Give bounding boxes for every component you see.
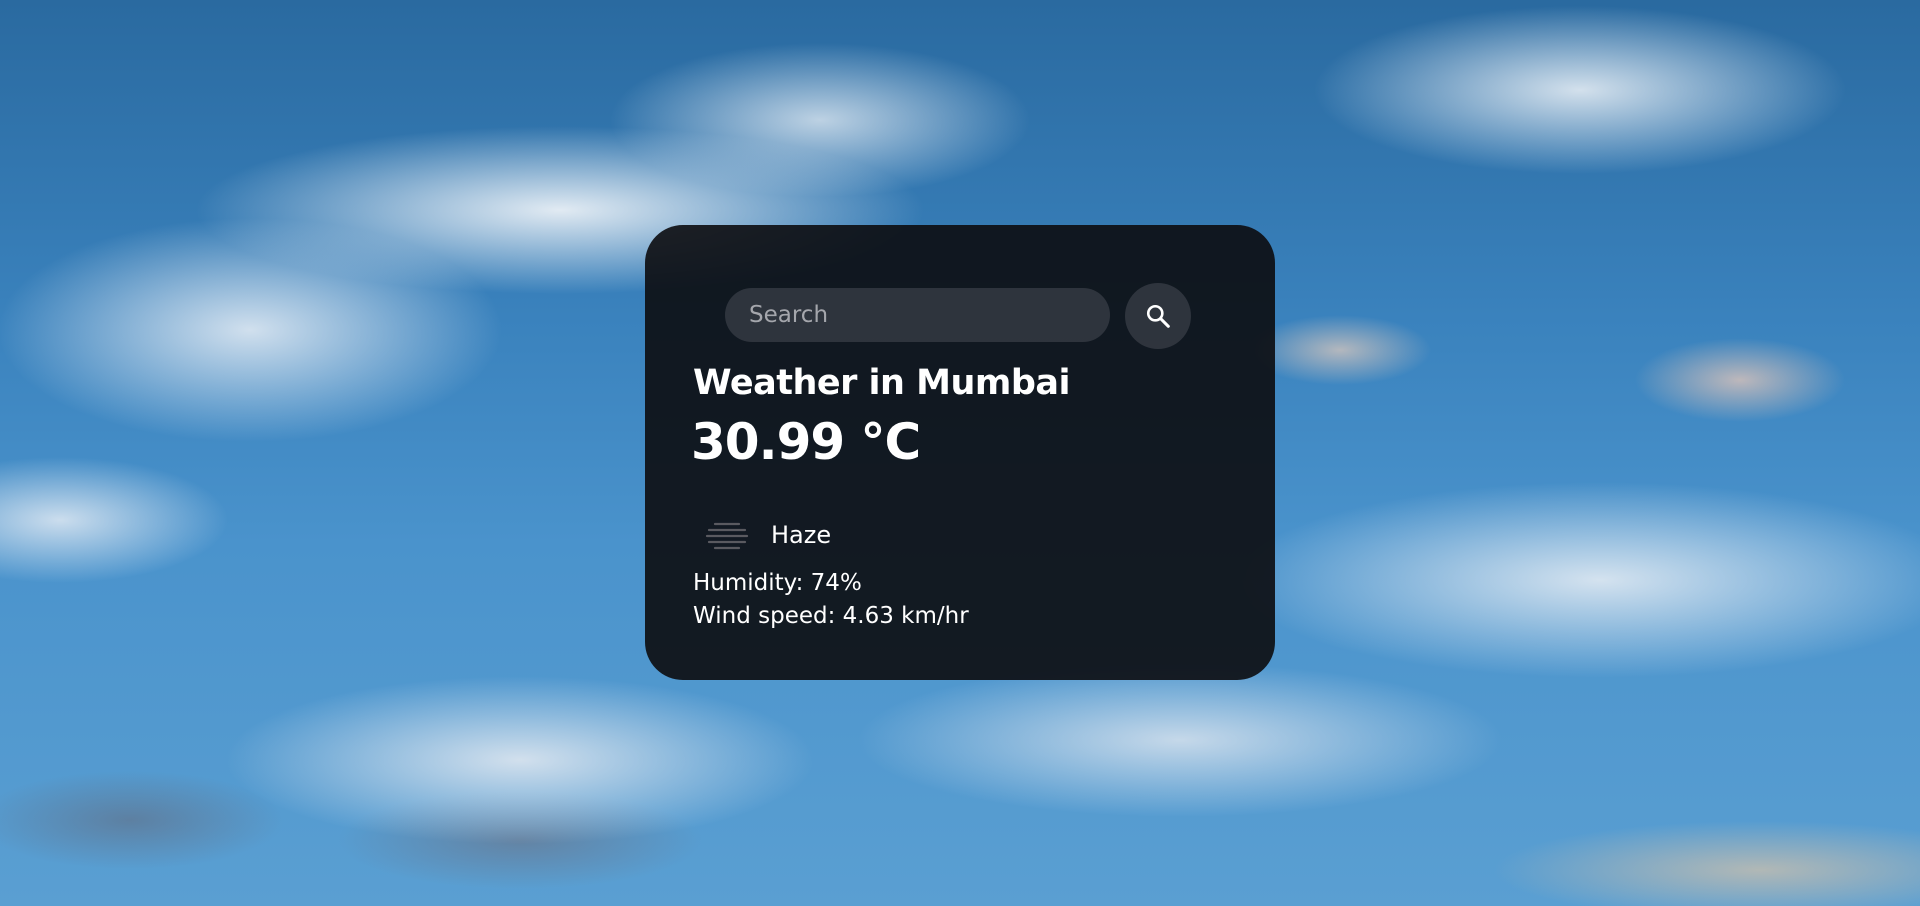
weather-card: Weather in Mumbai 30.99 °C Haze Humidity… bbox=[645, 225, 1275, 680]
weather-condition: Haze bbox=[705, 510, 831, 560]
haze-icon bbox=[705, 522, 749, 550]
condition-label: Haze bbox=[771, 521, 832, 549]
search-button[interactable] bbox=[1125, 283, 1191, 349]
search-bar bbox=[725, 283, 1200, 349]
wind-speed-value: Wind speed: 4.63 km/hr bbox=[693, 603, 969, 629]
temperature-value: 30.99 °C bbox=[691, 413, 921, 471]
search-icon bbox=[1146, 304, 1170, 328]
city-title: Weather in Mumbai bbox=[693, 363, 1071, 403]
humidity-value: Humidity: 74% bbox=[693, 570, 862, 596]
search-input[interactable] bbox=[725, 288, 1110, 342]
